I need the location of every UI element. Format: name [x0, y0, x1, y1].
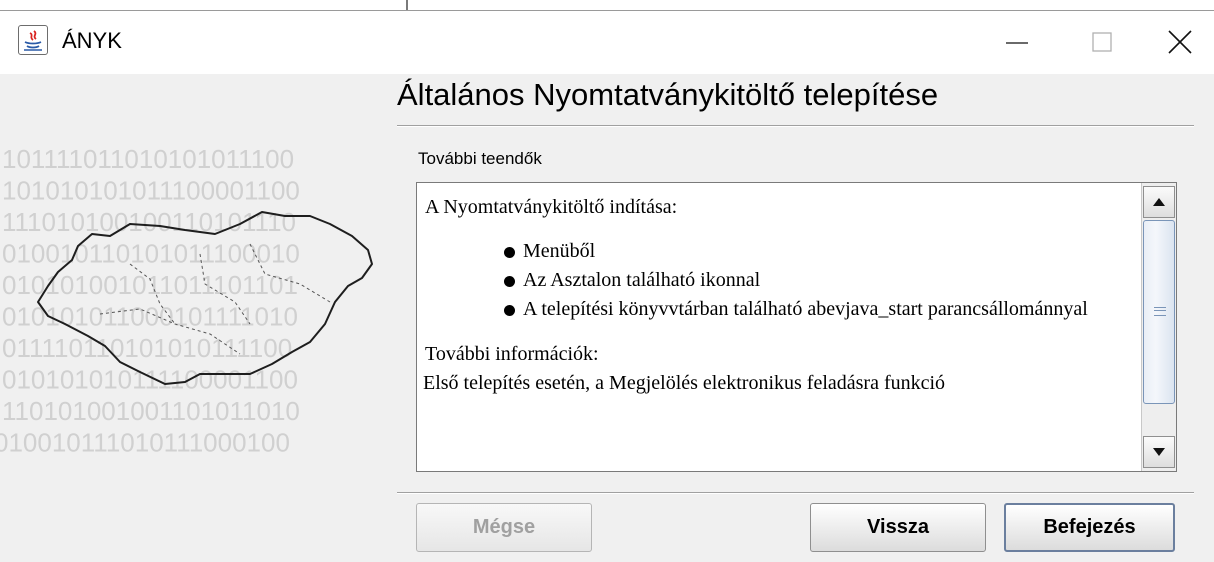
binary-row: 110101001001101011010	[2, 396, 300, 426]
arrow-down-icon	[1153, 448, 1165, 456]
thumb-grip-icon	[1154, 307, 1166, 316]
list-item: A telepítési könyvvtárban található abev…	[425, 295, 1140, 324]
list-item: Az Asztalon található ikonnal	[425, 266, 1140, 295]
binary-row: 010101001011011101101	[2, 270, 298, 300]
instructions-text-area[interactable]: A Nyomtatványkitöltő indítása: Menüből A…	[416, 182, 1177, 472]
binary-row: 011110110101010111100	[2, 333, 292, 363]
binary-row: 010101010111100001100	[2, 365, 298, 395]
binary-row: 010101011000101111010	[2, 302, 298, 332]
buttons-separator	[397, 492, 1194, 494]
binary-row: 010010111010111000100	[0, 428, 290, 458]
title-bar[interactable]: ÁNYK	[0, 10, 1214, 74]
list-item-text: Menüből	[523, 240, 596, 262]
minimize-icon	[1006, 42, 1028, 44]
scroll-up-button[interactable]	[1143, 186, 1175, 218]
hungary-map-binary-image: 1011110110101010111001010101010111000011…	[0, 144, 373, 458]
scroll-thumb[interactable]	[1143, 220, 1175, 404]
heading-separator	[397, 125, 1194, 127]
bullet-icon	[504, 305, 515, 316]
back-button[interactable]: Vissza	[810, 503, 986, 552]
info-text-line: Első telepítés esetén, a Megjelölés elek…	[423, 372, 946, 394]
window-content: 101111011010101011100 1010101010111000011…	[0, 74, 1214, 562]
arrow-up-icon	[1153, 198, 1165, 206]
window-title: ÁNYK	[62, 28, 122, 53]
cancel-button[interactable]: Mégse	[416, 503, 592, 552]
start-methods-list: Menüből Az Asztalon található ikonnal A …	[425, 237, 1140, 324]
vertical-scrollbar[interactable]	[1141, 183, 1176, 471]
binary-row: 101010101011100001100	[2, 176, 300, 206]
list-item: Menüből	[425, 237, 1140, 266]
intro-text: A Nyomtatványkitöltő indítása:	[425, 196, 678, 218]
page-heading: Általános Nyomtatványkitöltő telepítése	[397, 77, 939, 112]
minimize-button[interactable]	[990, 15, 1046, 69]
bullet-icon	[504, 247, 515, 258]
group-label: További teendők	[418, 149, 542, 168]
info-heading: További információk:	[425, 343, 599, 365]
list-item-text: Az Asztalon található ikonnal	[523, 269, 761, 291]
java-app-icon	[18, 25, 48, 55]
bullet-icon	[504, 276, 515, 287]
binary-row: 111010100100110101110	[2, 207, 296, 237]
finish-button[interactable]: Befejezés	[1004, 503, 1175, 552]
list-item-text: A telepítési könyvvtárban található abev…	[523, 298, 1088, 320]
top-strip	[0, 0, 1214, 10]
top-strip-mark	[406, 0, 408, 10]
close-button[interactable]	[1152, 15, 1208, 69]
binary-row: 010010110101011100010	[2, 239, 300, 269]
maximize-button[interactable]	[1074, 15, 1130, 69]
instructions-content: A Nyomtatványkitöltő indítása: Menüből A…	[423, 193, 1140, 398]
close-icon	[1168, 30, 1192, 54]
scroll-down-button[interactable]	[1143, 436, 1175, 468]
binary-row: 101111011010101011100	[2, 144, 294, 174]
maximize-icon	[1092, 32, 1112, 52]
